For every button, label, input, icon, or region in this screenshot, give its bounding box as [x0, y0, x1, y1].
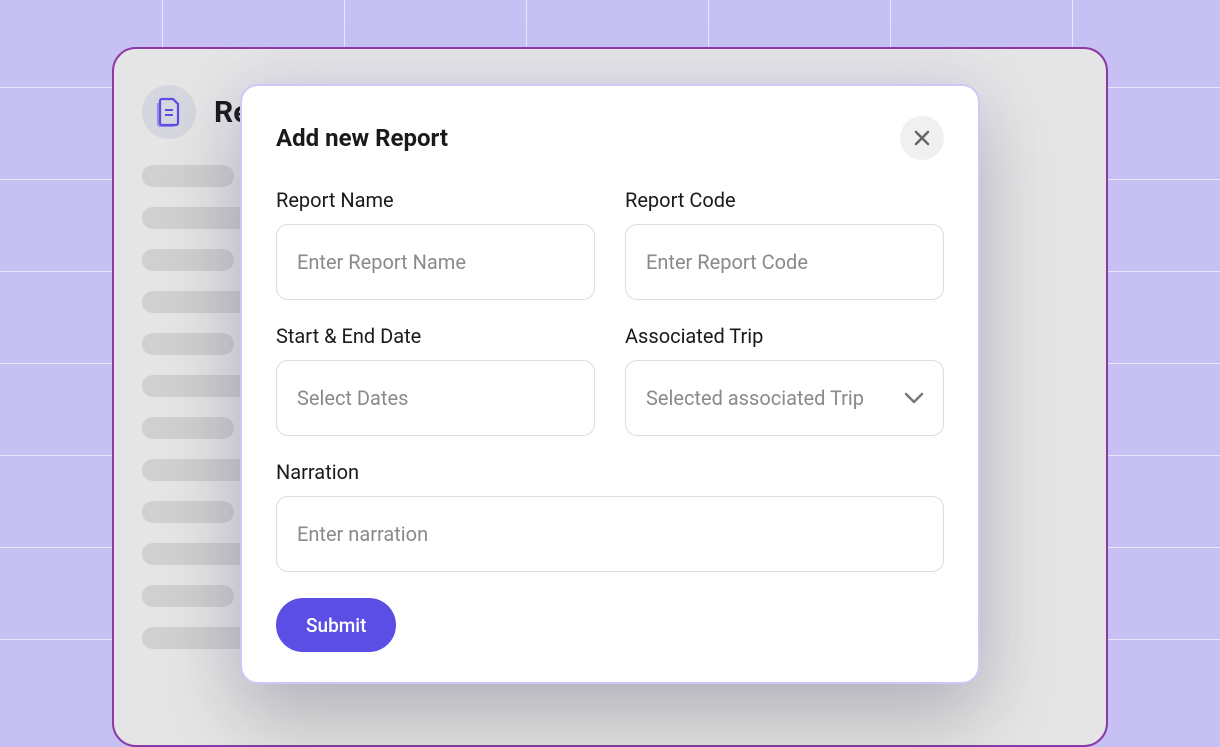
report-name-input[interactable]	[276, 224, 595, 300]
add-report-modal: Add new Report Report Name Report Code S…	[240, 84, 980, 684]
trip-label: Associated Trip	[625, 324, 944, 348]
close-button[interactable]	[900, 116, 944, 160]
report-code-input[interactable]	[625, 224, 944, 300]
trip-group: Associated Trip	[625, 324, 944, 436]
modal-title: Add new Report	[276, 124, 448, 152]
form-grid: Report Name Report Code Start & End Date…	[276, 188, 944, 572]
submit-button[interactable]: Submit	[276, 598, 396, 652]
document-icon	[142, 85, 196, 139]
modal-header: Add new Report	[276, 116, 944, 160]
report-name-label: Report Name	[276, 188, 595, 212]
narration-input[interactable]	[276, 496, 944, 572]
dates-label: Start & End Date	[276, 324, 595, 348]
report-code-group: Report Code	[625, 188, 944, 300]
narration-group: Narration	[276, 460, 944, 572]
narration-label: Narration	[276, 460, 944, 484]
report-name-group: Report Name	[276, 188, 595, 300]
close-icon	[913, 129, 931, 147]
trip-select[interactable]	[625, 360, 944, 436]
dates-input[interactable]	[276, 360, 595, 436]
report-code-label: Report Code	[625, 188, 944, 212]
dates-group: Start & End Date	[276, 324, 595, 436]
